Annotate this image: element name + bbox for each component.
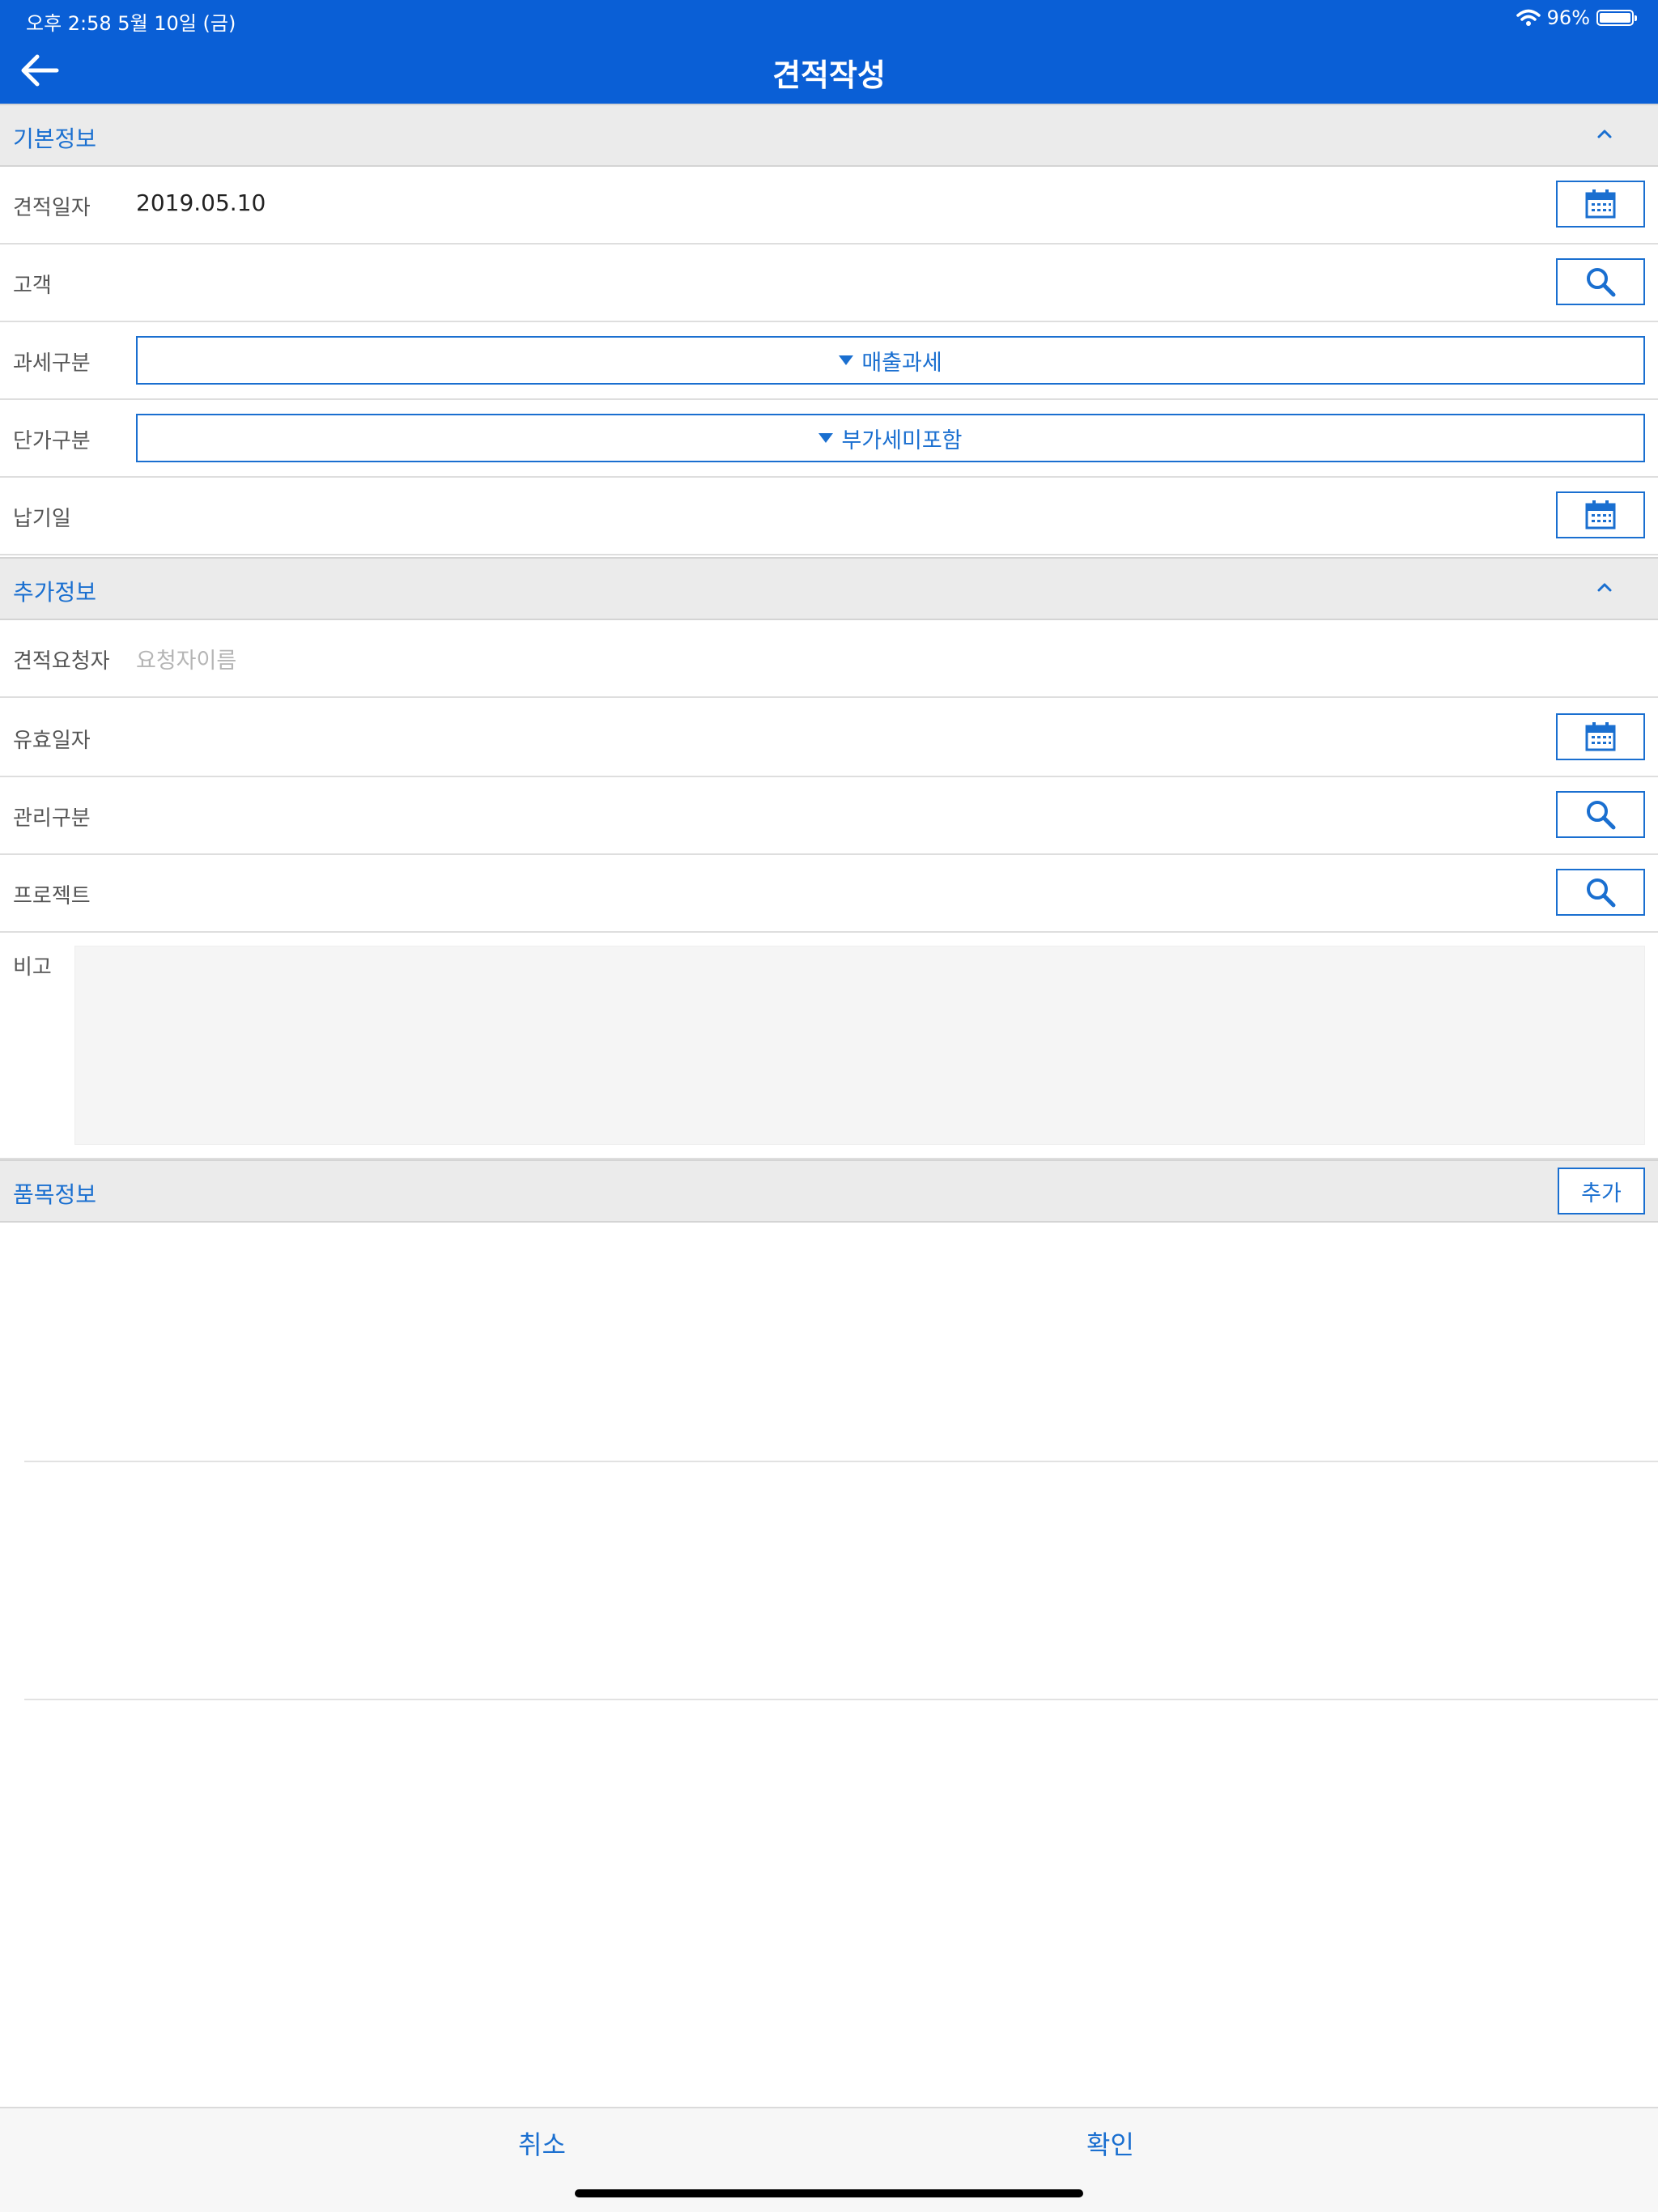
section-header-extra-info[interactable]: 추가정보	[0, 557, 1658, 620]
requester-input[interactable]: 요청자이름	[136, 643, 236, 674]
price-type-select[interactable]: 부가세미포함	[136, 414, 1645, 462]
section-title-basic-info: 기본정보	[13, 125, 97, 152]
cancel-button[interactable]: 취소	[518, 2125, 566, 2162]
row-project: 프로젝트	[0, 855, 1658, 933]
section-header-basic-info[interactable]: 기본정보	[0, 104, 1658, 167]
battery-percent: 96%	[1546, 6, 1590, 29]
search-icon	[1587, 268, 1616, 297]
customer-search-button[interactable]	[1556, 258, 1645, 305]
confirm-button[interactable]: 확인	[1086, 2125, 1134, 2162]
status-right: 96%	[1516, 6, 1637, 29]
row-customer: 고객	[0, 245, 1658, 322]
label-valid-date: 유효일자	[13, 729, 91, 753]
wifi-icon	[1516, 9, 1541, 26]
section-title-extra-info: 추가정보	[13, 579, 97, 606]
row-quote-date: 견적일자 2019.05.10	[0, 167, 1658, 245]
row-management: 관리구분	[0, 777, 1658, 855]
section-header-item-info: 품목정보 추가	[0, 1159, 1658, 1223]
label-memo: 비고	[13, 955, 52, 980]
quote-date-calendar-button[interactable]	[1556, 181, 1645, 228]
value-quote-date[interactable]: 2019.05.10	[136, 189, 266, 216]
dropdown-triangle-icon	[839, 355, 854, 365]
calendar-icon	[1585, 189, 1616, 219]
row-valid-date: 유효일자	[0, 700, 1658, 777]
price-type-selected: 부가세미포함	[841, 428, 963, 453]
home-indicator	[575, 2189, 1083, 2197]
list-divider	[24, 1461, 1658, 1462]
chevron-up-icon[interactable]	[1595, 578, 1614, 598]
chevron-up-icon[interactable]	[1595, 125, 1614, 144]
label-customer: 고객	[13, 274, 52, 298]
calendar-icon	[1585, 722, 1616, 751]
label-price-type: 단가구분	[13, 429, 91, 453]
memo-textarea[interactable]	[74, 946, 1645, 1145]
search-icon	[1587, 878, 1616, 908]
calendar-icon	[1585, 500, 1616, 530]
status-time-date: 오후 2:58 5월 10일 (금)	[26, 12, 236, 35]
section-title-item-info: 품목정보	[13, 1181, 97, 1208]
navigation-bar: 견적작성	[0, 37, 1658, 104]
row-price-type: 단가구분 부가세미포함	[0, 400, 1658, 478]
label-management: 관리구분	[13, 806, 91, 831]
delivery-date-calendar-button[interactable]	[1556, 491, 1645, 538]
label-project: 프로젝트	[13, 884, 91, 908]
management-search-button[interactable]	[1556, 791, 1645, 838]
label-quote-date: 견적일자	[13, 196, 91, 220]
row-memo: 비고	[0, 933, 1658, 1159]
row-requester: 견적요청자 요청자이름	[0, 620, 1658, 698]
label-requester: 견적요청자	[13, 649, 110, 674]
label-delivery-date: 납기일	[13, 507, 71, 531]
dropdown-triangle-icon	[818, 433, 834, 443]
row-delivery-date: 납기일	[0, 478, 1658, 555]
page-title: 견적작성	[772, 57, 886, 93]
row-tax-type: 과세구분 매출과세	[0, 322, 1658, 400]
valid-date-calendar-button[interactable]	[1556, 713, 1645, 760]
tax-type-select[interactable]: 매출과세	[136, 336, 1645, 385]
list-divider	[24, 1699, 1658, 1700]
project-search-button[interactable]	[1556, 869, 1645, 916]
battery-icon	[1596, 10, 1637, 26]
tax-type-selected: 매출과세	[861, 350, 942, 376]
label-tax-type: 과세구분	[13, 351, 91, 376]
add-item-button[interactable]: 추가	[1558, 1168, 1645, 1214]
search-icon	[1587, 801, 1616, 830]
status-bar: 오후 2:58 5월 10일 (금) 96%	[0, 0, 1658, 37]
